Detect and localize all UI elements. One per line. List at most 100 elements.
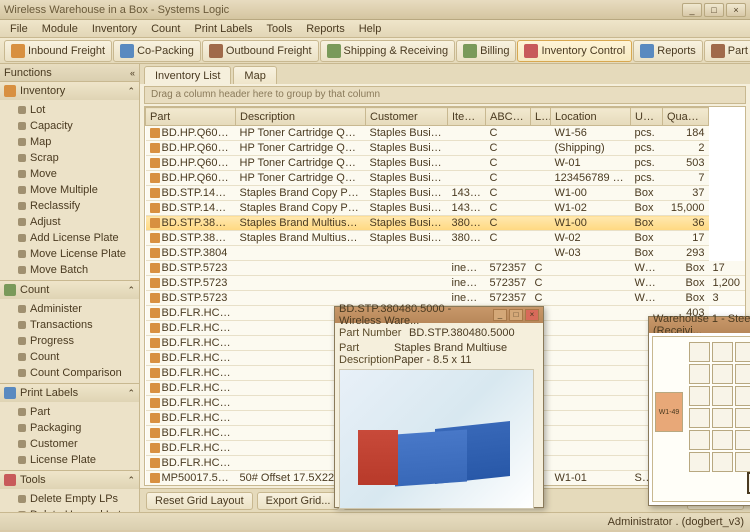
- table-row[interactable]: BD.STP.14336.5000Staples Brand Copy Pape…: [146, 201, 746, 216]
- sidebar-item-count-comparison[interactable]: Count Comparison: [0, 365, 139, 381]
- location-cell[interactable]: [689, 452, 710, 472]
- column-part[interactable]: Part: [146, 108, 236, 126]
- location-cell[interactable]: [735, 386, 750, 406]
- toolbar-co-packing[interactable]: Co-Packing: [113, 40, 201, 62]
- menu-count[interactable]: Count: [145, 21, 186, 37]
- toolbar-reports[interactable]: Reports: [633, 40, 703, 62]
- group-by-area[interactable]: Drag a column header here to group by th…: [144, 86, 746, 104]
- sidebar-item-transactions[interactable]: Transactions: [0, 317, 139, 333]
- table-row[interactable]: BD.STP.380480.5000Staples Brand Multiuse…: [146, 231, 746, 246]
- location-cell[interactable]: [689, 430, 710, 450]
- column-description[interactable]: Description: [236, 108, 366, 126]
- toolbar-inventory-control[interactable]: Inventory Control: [517, 40, 632, 62]
- table-row[interactable]: BD.HP.Q6000AHP Toner Cartridge Q6000ASta…: [146, 126, 746, 141]
- popup-close-button[interactable]: ×: [525, 309, 539, 321]
- location-cell[interactable]: [712, 408, 733, 428]
- export-grid-button[interactable]: Export Grid...: [257, 492, 340, 510]
- column-abc-code[interactable]: ABC Code: [486, 108, 531, 126]
- column-uom[interactable]: UOM: [631, 108, 663, 126]
- location-cell[interactable]: [735, 408, 750, 428]
- location-cell[interactable]: [712, 342, 733, 362]
- sidebar-item-delete-empty-lps[interactable]: Delete Empty LPs: [0, 491, 139, 507]
- sidebar-item-move-license-plate[interactable]: Move License Plate: [0, 246, 139, 262]
- column-lot[interactable]: Lot: [531, 108, 551, 126]
- location-cell[interactable]: [735, 430, 750, 450]
- sidebar-item-move-batch[interactable]: Move Batch: [0, 262, 139, 278]
- sidebar-item-lot[interactable]: Lot: [0, 102, 139, 118]
- panel-print-labels[interactable]: Print Labels⌃: [0, 384, 139, 402]
- sidebar-item-move-multiple[interactable]: Move Multiple: [0, 182, 139, 198]
- sidebar-item-map[interactable]: Map: [0, 134, 139, 150]
- sidebar-item-move[interactable]: Move: [0, 166, 139, 182]
- sidebar-item-license-plate[interactable]: License Plate: [0, 452, 139, 468]
- window-min-button[interactable]: _: [682, 3, 702, 17]
- sidebar-item-packaging[interactable]: Packaging: [0, 420, 139, 436]
- sidebar-item-capacity[interactable]: Capacity: [0, 118, 139, 134]
- table-row[interactable]: BD.STP.380480.5000Staples Brand Multiuse…: [146, 216, 746, 231]
- sidebar-item-administer[interactable]: Administer: [0, 301, 139, 317]
- location-cell[interactable]: [712, 364, 733, 384]
- toolbar-shipping-receiving[interactable]: Shipping & Receiving: [320, 40, 456, 62]
- location-cell[interactable]: [735, 364, 750, 384]
- toolbar-part-master[interactable]: Part Master: [704, 40, 750, 62]
- column-item-[interactable]: Item #: [448, 108, 486, 126]
- sidebar-item-reclassify[interactable]: Reclassify: [0, 198, 139, 214]
- column-customer[interactable]: Customer: [366, 108, 448, 126]
- sidebar-item-progress[interactable]: Progress: [0, 333, 139, 349]
- panel-inventory[interactable]: Inventory⌃: [0, 82, 139, 100]
- tab-inventory-list[interactable]: Inventory List: [144, 66, 231, 84]
- sidebar-item-customer[interactable]: Customer: [0, 436, 139, 452]
- window-max-button[interactable]: □: [704, 3, 724, 17]
- popup-titlebar[interactable]: Warehouse 1 - Steel: W1-00 (Receivi... _…: [649, 317, 750, 333]
- location-cell[interactable]: [735, 342, 750, 362]
- table-row[interactable]: BD.STP.3804W-03Box293: [146, 246, 746, 261]
- sidebar-item-part[interactable]: Part: [0, 404, 139, 420]
- sidebar-item-delete-unused-lots[interactable]: Delete Unused Lots: [0, 507, 139, 512]
- location-cell[interactable]: [712, 430, 733, 450]
- location-cell[interactable]: [712, 386, 733, 406]
- column-location[interactable]: Location: [551, 108, 631, 126]
- location-cell[interactable]: [712, 452, 733, 472]
- warehouse-map-popup[interactable]: Warehouse 1 - Steel: W1-00 (Receivi... _…: [648, 316, 750, 506]
- menu-file[interactable]: File: [4, 21, 34, 37]
- toolbar-outbound-freight[interactable]: Outbound Freight: [202, 40, 319, 62]
- toolbar-inbound-freight[interactable]: Inbound Freight: [4, 40, 112, 62]
- menu-print-labels[interactable]: Print Labels: [188, 21, 258, 37]
- popup-titlebar[interactable]: BD.STP.380480.5000 - Wireless Ware... _ …: [335, 307, 543, 323]
- cell: [551, 456, 631, 471]
- location-cell[interactable]: [689, 364, 710, 384]
- popup-max-button[interactable]: □: [509, 309, 523, 321]
- floor-plan[interactable]: W1-49 W2-XX W1-XX: [652, 336, 750, 502]
- tab-map[interactable]: Map: [233, 66, 276, 84]
- table-row[interactable]: BD.HP.Q6000AHP Toner Cartridge Q6000ASta…: [146, 171, 746, 186]
- panel-count[interactable]: Count⌃: [0, 281, 139, 299]
- table-row[interactable]: BD.HP.Q6000AHP Toner Cartridge Q6000ASta…: [146, 141, 746, 156]
- menu-module[interactable]: Module: [36, 21, 84, 37]
- cell: iness D...: [448, 276, 486, 291]
- sidebar-item-add-license-plate[interactable]: Add License Plate: [0, 230, 139, 246]
- sidebar-item-count[interactable]: Count: [0, 349, 139, 365]
- popup-min-button[interactable]: _: [493, 309, 507, 321]
- part-detail-popup[interactable]: BD.STP.380480.5000 - Wireless Ware... _ …: [334, 306, 544, 508]
- table-row[interactable]: BD.HP.Q6000AHP Toner Cartridge Q6000ASta…: [146, 156, 746, 171]
- sidebar-collapse-icon[interactable]: «: [130, 68, 135, 78]
- location-cell[interactable]: [689, 386, 710, 406]
- column-quantity[interactable]: Quantity: [663, 108, 709, 126]
- location-cell[interactable]: [689, 342, 710, 362]
- toolbar-billing[interactable]: Billing: [456, 40, 516, 62]
- sidebar-item-scrap[interactable]: Scrap: [0, 150, 139, 166]
- sidebar-item-adjust[interactable]: Adjust: [0, 214, 139, 230]
- menu-tools[interactable]: Tools: [261, 21, 299, 37]
- menu-help[interactable]: Help: [353, 21, 388, 37]
- location-w1-49[interactable]: W1-49: [655, 392, 683, 432]
- reset-grid-button[interactable]: Reset Grid Layout: [146, 492, 253, 510]
- menu-reports[interactable]: Reports: [300, 21, 351, 37]
- location-cell[interactable]: [735, 452, 750, 472]
- table-row[interactable]: BD.STP.5723iness D...572357CW-03Box1,200: [146, 276, 746, 291]
- table-row[interactable]: BD.STP.14336.5000Staples Brand Copy Pape…: [146, 186, 746, 201]
- table-row[interactable]: BD.STP.5723iness D...572357CW-02Box17: [146, 261, 746, 276]
- menu-inventory[interactable]: Inventory: [86, 21, 143, 37]
- location-cell[interactable]: [689, 408, 710, 428]
- panel-tools[interactable]: Tools⌃: [0, 471, 139, 489]
- window-close-button[interactable]: ×: [726, 3, 746, 17]
